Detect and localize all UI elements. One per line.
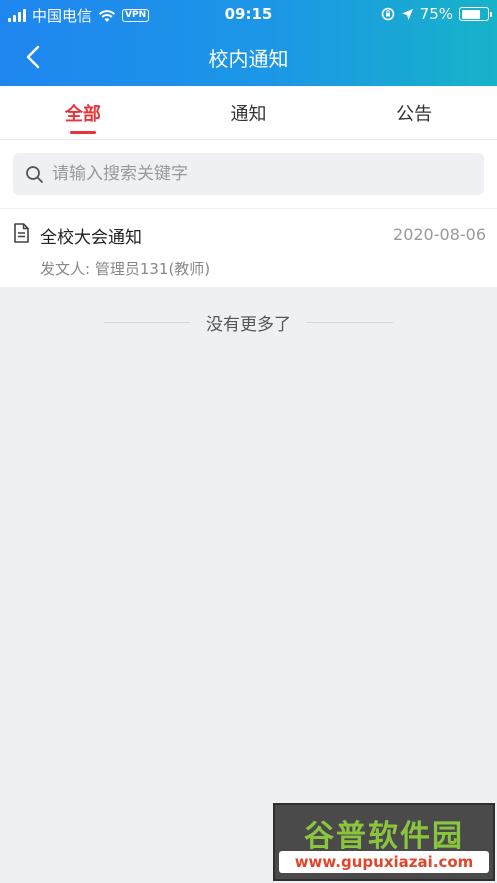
watermark-url: www.gupuxiazai.com [279, 851, 489, 873]
rotation-lock-icon [381, 7, 394, 21]
document-icon [14, 223, 29, 243]
battery-level [461, 9, 481, 19]
location-arrow-icon [401, 8, 413, 20]
search-box[interactable] [13, 153, 484, 195]
tab-announcement-label: 公告 [396, 104, 433, 125]
tab-all-label: 全部 [64, 104, 101, 125]
page-title: 校内通知 [208, 47, 289, 71]
no-more-text: 没有更多了 [206, 314, 291, 335]
watermark-logo: 谷普软件园 www.gupuxiazai.com [273, 803, 495, 881]
divider-line-right [307, 321, 393, 323]
tab-bar: 全部 通知 公告 [0, 86, 497, 140]
tab-notice[interactable]: 通知 [166, 86, 332, 139]
watermark-title: 谷普软件园 [304, 819, 464, 854]
tab-announcement[interactable]: 公告 [331, 86, 497, 139]
search-section [0, 140, 497, 208]
battery-icon [459, 7, 492, 21]
tab-all[interactable]: 全部 [0, 86, 166, 139]
notice-list-item[interactable]: 全校大会通知 2020-08-06 发文人: 管理员131(教师) [0, 208, 497, 287]
tab-notice-label: 通知 [230, 104, 267, 125]
search-icon [26, 165, 43, 183]
no-more-divider: 没有更多了 [0, 308, 497, 336]
battery-percent: 75% [419, 5, 453, 23]
divider-line-left [104, 321, 190, 323]
active-tab-indicator [69, 131, 96, 134]
notice-sender: 发文人: 管理员131(教师) [40, 260, 211, 278]
app-header: 中国电信 VPN 09:15 75% 校内通知 [0, 0, 497, 86]
search-input[interactable] [52, 164, 452, 184]
notice-title: 全校大会通知 [40, 228, 142, 248]
status-bar-right: 75% [381, 5, 492, 23]
status-bar: 中国电信 VPN 09:15 75% [0, 0, 497, 28]
notice-date: 2020-08-06 [393, 225, 486, 244]
navbar: 校内通知 [0, 28, 497, 86]
